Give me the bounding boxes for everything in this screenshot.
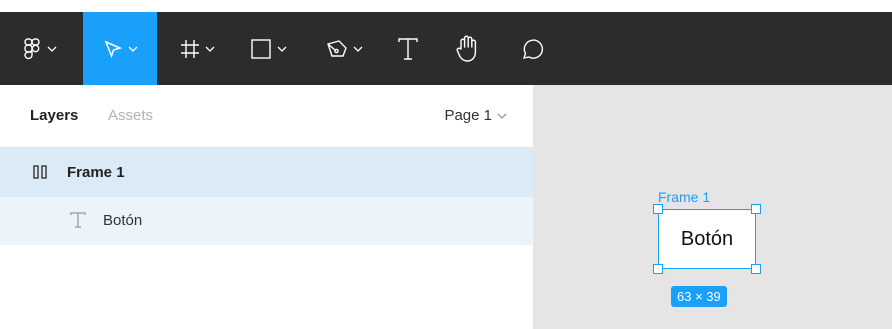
text-layer-icon [70,212,86,228]
chevron-down-icon [277,46,287,52]
chevron-down-icon [47,46,57,52]
canvas[interactable]: Frame 1 Botón 63 × 39 [534,85,892,329]
tab-assets[interactable]: Assets [108,107,153,124]
tab-layers[interactable]: Layers [30,107,78,124]
layer-label: Frame 1 [67,164,125,181]
chevron-down-icon [353,46,363,52]
resize-handle-top-left[interactable] [653,204,663,214]
pen-icon [327,39,347,57]
resize-handle-top-right[interactable] [751,204,761,214]
figma-menu-icon [24,37,40,59]
chevron-down-icon [497,113,507,119]
text-tool-button[interactable] [397,12,419,85]
rectangle-icon [251,38,271,59]
resize-handle-bottom-left[interactable] [653,264,663,274]
hand-tool-button[interactable] [455,12,481,85]
frame-name-label[interactable]: Frame 1 [658,189,710,205]
shape-tool-button[interactable] [250,12,287,85]
layer-row-frame-1[interactable]: Frame 1 [0,148,533,197]
comment-icon [522,38,544,59]
frame-hash-icon [181,39,199,58]
frame-tool-button[interactable] [180,12,215,85]
button-text[interactable]: Botón [681,228,733,251]
chevron-down-icon [128,46,138,52]
layers-panel: Layers Assets Page 1 Frame 1 Botón [0,85,534,329]
move-cursor-icon [104,40,123,58]
size-badge: 63 × 39 [671,286,727,307]
chevron-down-icon [205,46,215,52]
page-select[interactable]: Page 1 [444,107,507,124]
selected-frame[interactable]: Botón [653,204,761,274]
main-menu-button[interactable] [22,12,57,85]
frame-layer-icon [33,165,47,179]
move-tool-button[interactable] [83,12,157,85]
layer-row-boton[interactable]: Botón [0,197,533,245]
pen-tool-button[interactable] [326,12,363,85]
resize-handle-bottom-right[interactable] [751,264,761,274]
layer-label: Botón [103,212,143,229]
page-select-label: Page 1 [444,107,492,124]
toolbar [0,12,892,85]
hand-icon [456,35,477,62]
text-tool-icon [398,37,418,60]
comment-tool-button[interactable] [520,12,544,85]
layers-panel-header: Layers Assets Page 1 [0,85,533,148]
